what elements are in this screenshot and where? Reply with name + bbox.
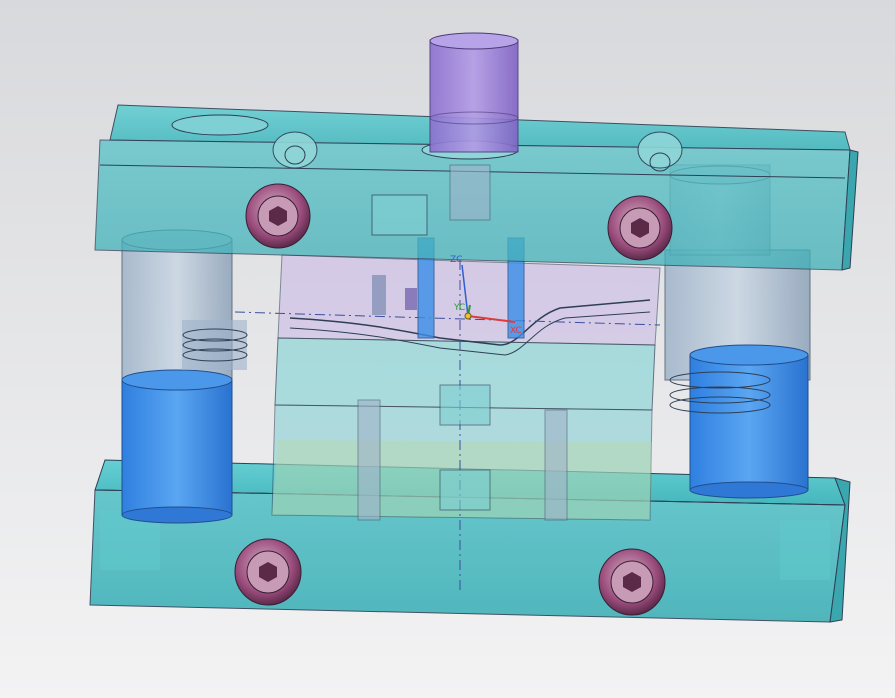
wcs-origin xyxy=(464,312,472,320)
cad-3d-viewport[interactable]: ZC YC XC xyxy=(0,0,895,698)
punch-shank[interactable] xyxy=(429,32,519,153)
die-set-assembly-model[interactable]: ZC YC XC xyxy=(0,0,895,698)
bolt-upper-right[interactable] xyxy=(607,195,673,261)
wcs-y-label: YC xyxy=(453,303,465,313)
wcs-z-label: ZC xyxy=(450,255,462,265)
wcs-x-label: XC xyxy=(510,326,522,336)
bolt-upper-left[interactable] xyxy=(245,183,311,249)
bolt-lower-left[interactable] xyxy=(234,538,302,606)
guide-pillar-left[interactable] xyxy=(121,229,248,524)
bolt-lower-right[interactable] xyxy=(598,548,666,616)
